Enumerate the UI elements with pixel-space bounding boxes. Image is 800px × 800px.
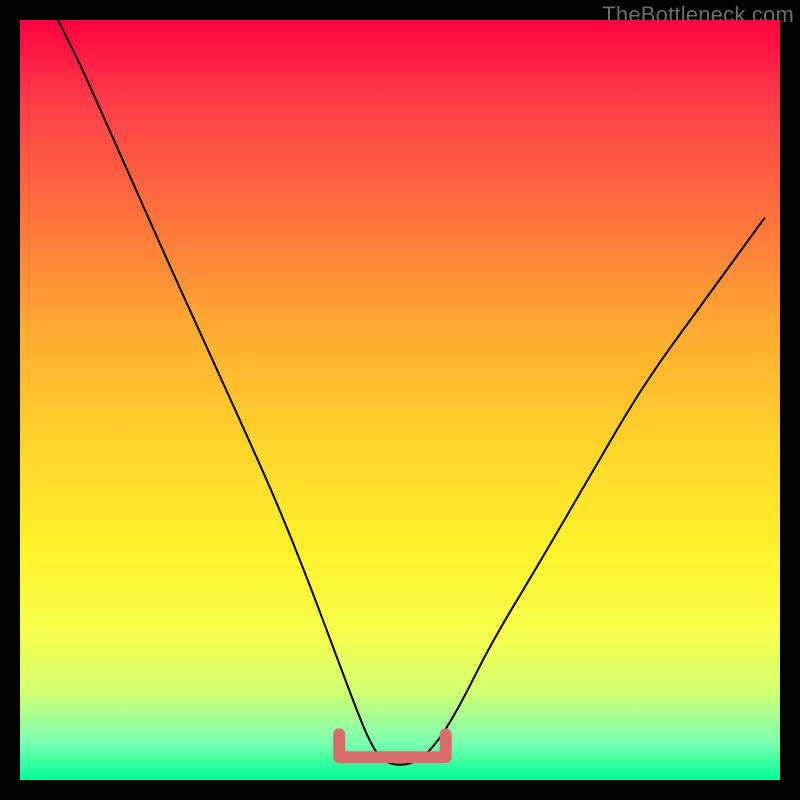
chart-frame: TheBottleneck.com: [0, 0, 800, 800]
optimal-range-bracket: [339, 734, 445, 757]
bottleneck-curve: [58, 20, 765, 765]
chart-svg: [20, 20, 780, 780]
plot-area: [20, 20, 780, 780]
